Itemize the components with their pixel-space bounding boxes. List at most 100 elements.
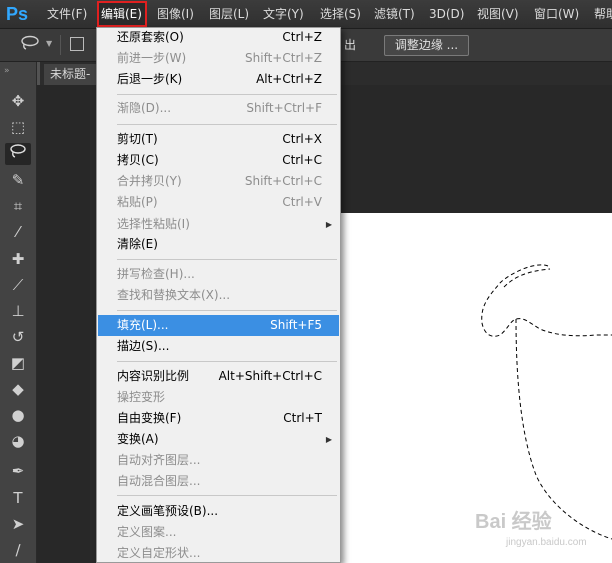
menu-type[interactable]: 文字(Y) (263, 0, 304, 28)
gradient-icon[interactable]: ◆ (5, 378, 31, 400)
dodge-icon[interactable]: ◕ (5, 430, 31, 452)
menu-window[interactable]: 窗口(W) (534, 0, 579, 28)
menu-item-shortcut: Alt+Shift+Ctrl+C (218, 369, 322, 383)
menu-item-shortcut: Shift+Ctrl+F (246, 101, 322, 115)
stamp-icon[interactable]: ⊥ (5, 300, 31, 322)
menu-item-paste-special[interactable]: 选择性粘贴(I) ▶ (98, 214, 339, 235)
menu-separator (117, 310, 337, 311)
toolbox: » ✥ ⬚ ✎ ⌗ ⁄ ✚ ⟋ ⊥ ↺ ◩ ◆ ● ◕ ✒ T ➤ ∕ (0, 62, 37, 563)
lasso-icon[interactable] (5, 143, 31, 165)
menu-item-cut[interactable]: 剪切(T) Ctrl+X (98, 129, 339, 150)
line-icon[interactable]: ∕ (5, 539, 31, 561)
menu-item-shortcut: Ctrl+V (282, 195, 322, 209)
submenu-arrow-icon: ▶ (325, 435, 332, 444)
menu-filter[interactable]: 滤镜(T) (374, 0, 415, 28)
menu-item-fill[interactable]: 填充(L)... Shift+F5 (98, 315, 339, 336)
healing-icon[interactable]: ✚ (5, 248, 31, 270)
submenu-arrow-icon: ▶ (325, 220, 332, 229)
menu-item-undo-lasso[interactable]: 还原套索(O) Ctrl+Z (98, 28, 339, 48)
menu-select[interactable]: 选择(S) (320, 0, 361, 28)
menu-item-label: 渐隐(D)... (117, 101, 172, 115)
menu-help[interactable]: 帮助(H) (594, 0, 612, 28)
type-icon[interactable]: T (5, 487, 31, 509)
menu-separator (117, 94, 337, 95)
watermark-logo: Bai 经验 (475, 511, 552, 533)
pen-icon[interactable]: ✒ (5, 460, 31, 482)
menu-item-label: 自由变换(F) (117, 411, 182, 425)
edit-dropdown-menu: 还原套索(O) Ctrl+Z 前进一步(W) Shift+Ctrl+Z 后退一步(K… (96, 27, 341, 563)
menu-item-puppet-warp[interactable]: 操控变形 (98, 387, 339, 408)
menu-item-stroke[interactable]: 描边(S)... (98, 336, 339, 357)
history-brush-icon[interactable]: ↺ (5, 326, 31, 348)
menu-item-label: 定义自定形状... (117, 546, 201, 560)
menu-image[interactable]: 图像(I) (157, 0, 194, 28)
menu-separator (117, 495, 337, 496)
menu-item-label: 定义画笔预设(B)... (117, 504, 219, 518)
menu-item-label: 自动对齐图层... (117, 453, 201, 467)
watermark-url: jingyan.baidu.com (506, 537, 587, 548)
menu-item-label: 自动混合图层... (117, 474, 201, 488)
eyedropper-icon[interactable]: ⁄ (5, 221, 31, 243)
crop-icon[interactable]: ⌗ (5, 195, 31, 217)
menu-item-shortcut: Shift+Ctrl+Z (245, 51, 322, 65)
menu-item-label: 描边(S)... (117, 339, 170, 353)
blur-icon[interactable]: ● (5, 404, 31, 426)
menu-item-shortcut: Ctrl+Z (282, 30, 322, 44)
menu-view[interactable]: 视图(V) (477, 0, 519, 28)
options-partial-label: 出 (344, 38, 357, 52)
menu-item-paste[interactable]: 粘贴(P) Ctrl+V (98, 192, 339, 213)
menu-item-shortcut: Alt+Ctrl+Z (256, 72, 322, 86)
menu-item-shortcut: Ctrl+X (282, 132, 322, 146)
marquee-icon[interactable]: ⬚ (5, 116, 31, 138)
menu-item-label: 后退一步(K) (117, 72, 183, 86)
menu-separator (117, 124, 337, 125)
path-select-icon[interactable]: ➤ (5, 513, 31, 535)
menu-item-label: 变换(A) (117, 432, 159, 446)
menu-item-label: 内容识别比例 (117, 369, 190, 383)
menu-item-step-forward[interactable]: 前进一步(W) Shift+Ctrl+Z (98, 48, 339, 69)
menu-separator (117, 259, 337, 260)
options-separator (60, 35, 61, 55)
move-icon[interactable]: ✥ (5, 90, 31, 112)
menu-item-copy[interactable]: 拷贝(C) Ctrl+C (98, 150, 339, 171)
menu-item-copy-merged[interactable]: 合并拷贝(Y) Shift+Ctrl+C (98, 171, 339, 192)
menu-item-shortcut: Ctrl+C (282, 153, 322, 167)
menu-item-shortcut: Ctrl+T (283, 411, 322, 425)
menu-item-label: 清除(E) (117, 237, 158, 251)
menu-item-auto-align-layers[interactable]: 自动对齐图层... (98, 450, 339, 471)
menu-item-label: 还原套索(O) (117, 30, 184, 44)
menu-item-label: 剪切(T) (117, 132, 158, 146)
menu-item-step-backward[interactable]: 后退一步(K) Alt+Ctrl+Z (98, 69, 339, 90)
menu-item-content-aware-scale[interactable]: 内容识别比例 Alt+Shift+Ctrl+C (98, 366, 339, 387)
refine-edge-button[interactable]: 调整边缘 ... (384, 35, 469, 56)
menu-item-transform[interactable]: 变换(A) ▶ (98, 429, 339, 450)
menu-item-label: 填充(L)... (117, 318, 169, 332)
new-selection-mode-icon[interactable] (70, 37, 84, 51)
menu-item-define-brush-preset[interactable]: 定义画笔预设(B)... (98, 501, 339, 522)
menu-item-auto-blend-layers[interactable]: 自动混合图层... (98, 471, 339, 492)
menu-item-label: 选择性粘贴(I) (117, 217, 190, 231)
quick-select-icon[interactable]: ✎ (5, 169, 31, 191)
menu-item-define-pattern[interactable]: 定义图案... (98, 522, 339, 543)
menu-item-define-custom-shape[interactable]: 定义自定形状... (98, 543, 339, 562)
menu-item-label: 前进一步(W) (117, 51, 187, 65)
menu-item-label: 操控变形 (117, 390, 166, 404)
menu-file[interactable]: 文件(F) (47, 0, 87, 28)
toolbox-grip-icon[interactable]: » (4, 66, 11, 76)
menu-3d[interactable]: 3D(D) (429, 0, 464, 28)
preset-dropdown-arrow-icon[interactable]: ▼ (46, 39, 52, 48)
menu-layer[interactable]: 图层(L) (209, 0, 249, 28)
menu-item-spell-check[interactable]: 拼写检查(H)... (98, 264, 339, 285)
menu-item-free-transform[interactable]: 自由变换(F) Ctrl+T (98, 408, 339, 429)
menu-bar: Ps 文件(F) 编辑(E) 图像(I) 图层(L) 文字(Y) 选择(S) 滤… (0, 0, 612, 29)
document-tab[interactable]: 未标题- (44, 64, 104, 85)
eraser-icon[interactable]: ◩ (5, 352, 31, 374)
menu-item-label: 拷贝(C) (117, 153, 159, 167)
menu-item-clear[interactable]: 清除(E) (98, 234, 339, 255)
brush-icon[interactable]: ⟋ (5, 274, 31, 296)
lasso-preset-icon[interactable] (20, 35, 42, 53)
menu-item-find-replace[interactable]: 查找和替换文本(X)... (98, 285, 339, 306)
menu-item-shortcut: Shift+F5 (270, 318, 322, 332)
menu-item-fade[interactable]: 渐隐(D)... Shift+Ctrl+F (98, 98, 339, 119)
menu-edit[interactable]: 编辑(E) (101, 0, 142, 28)
